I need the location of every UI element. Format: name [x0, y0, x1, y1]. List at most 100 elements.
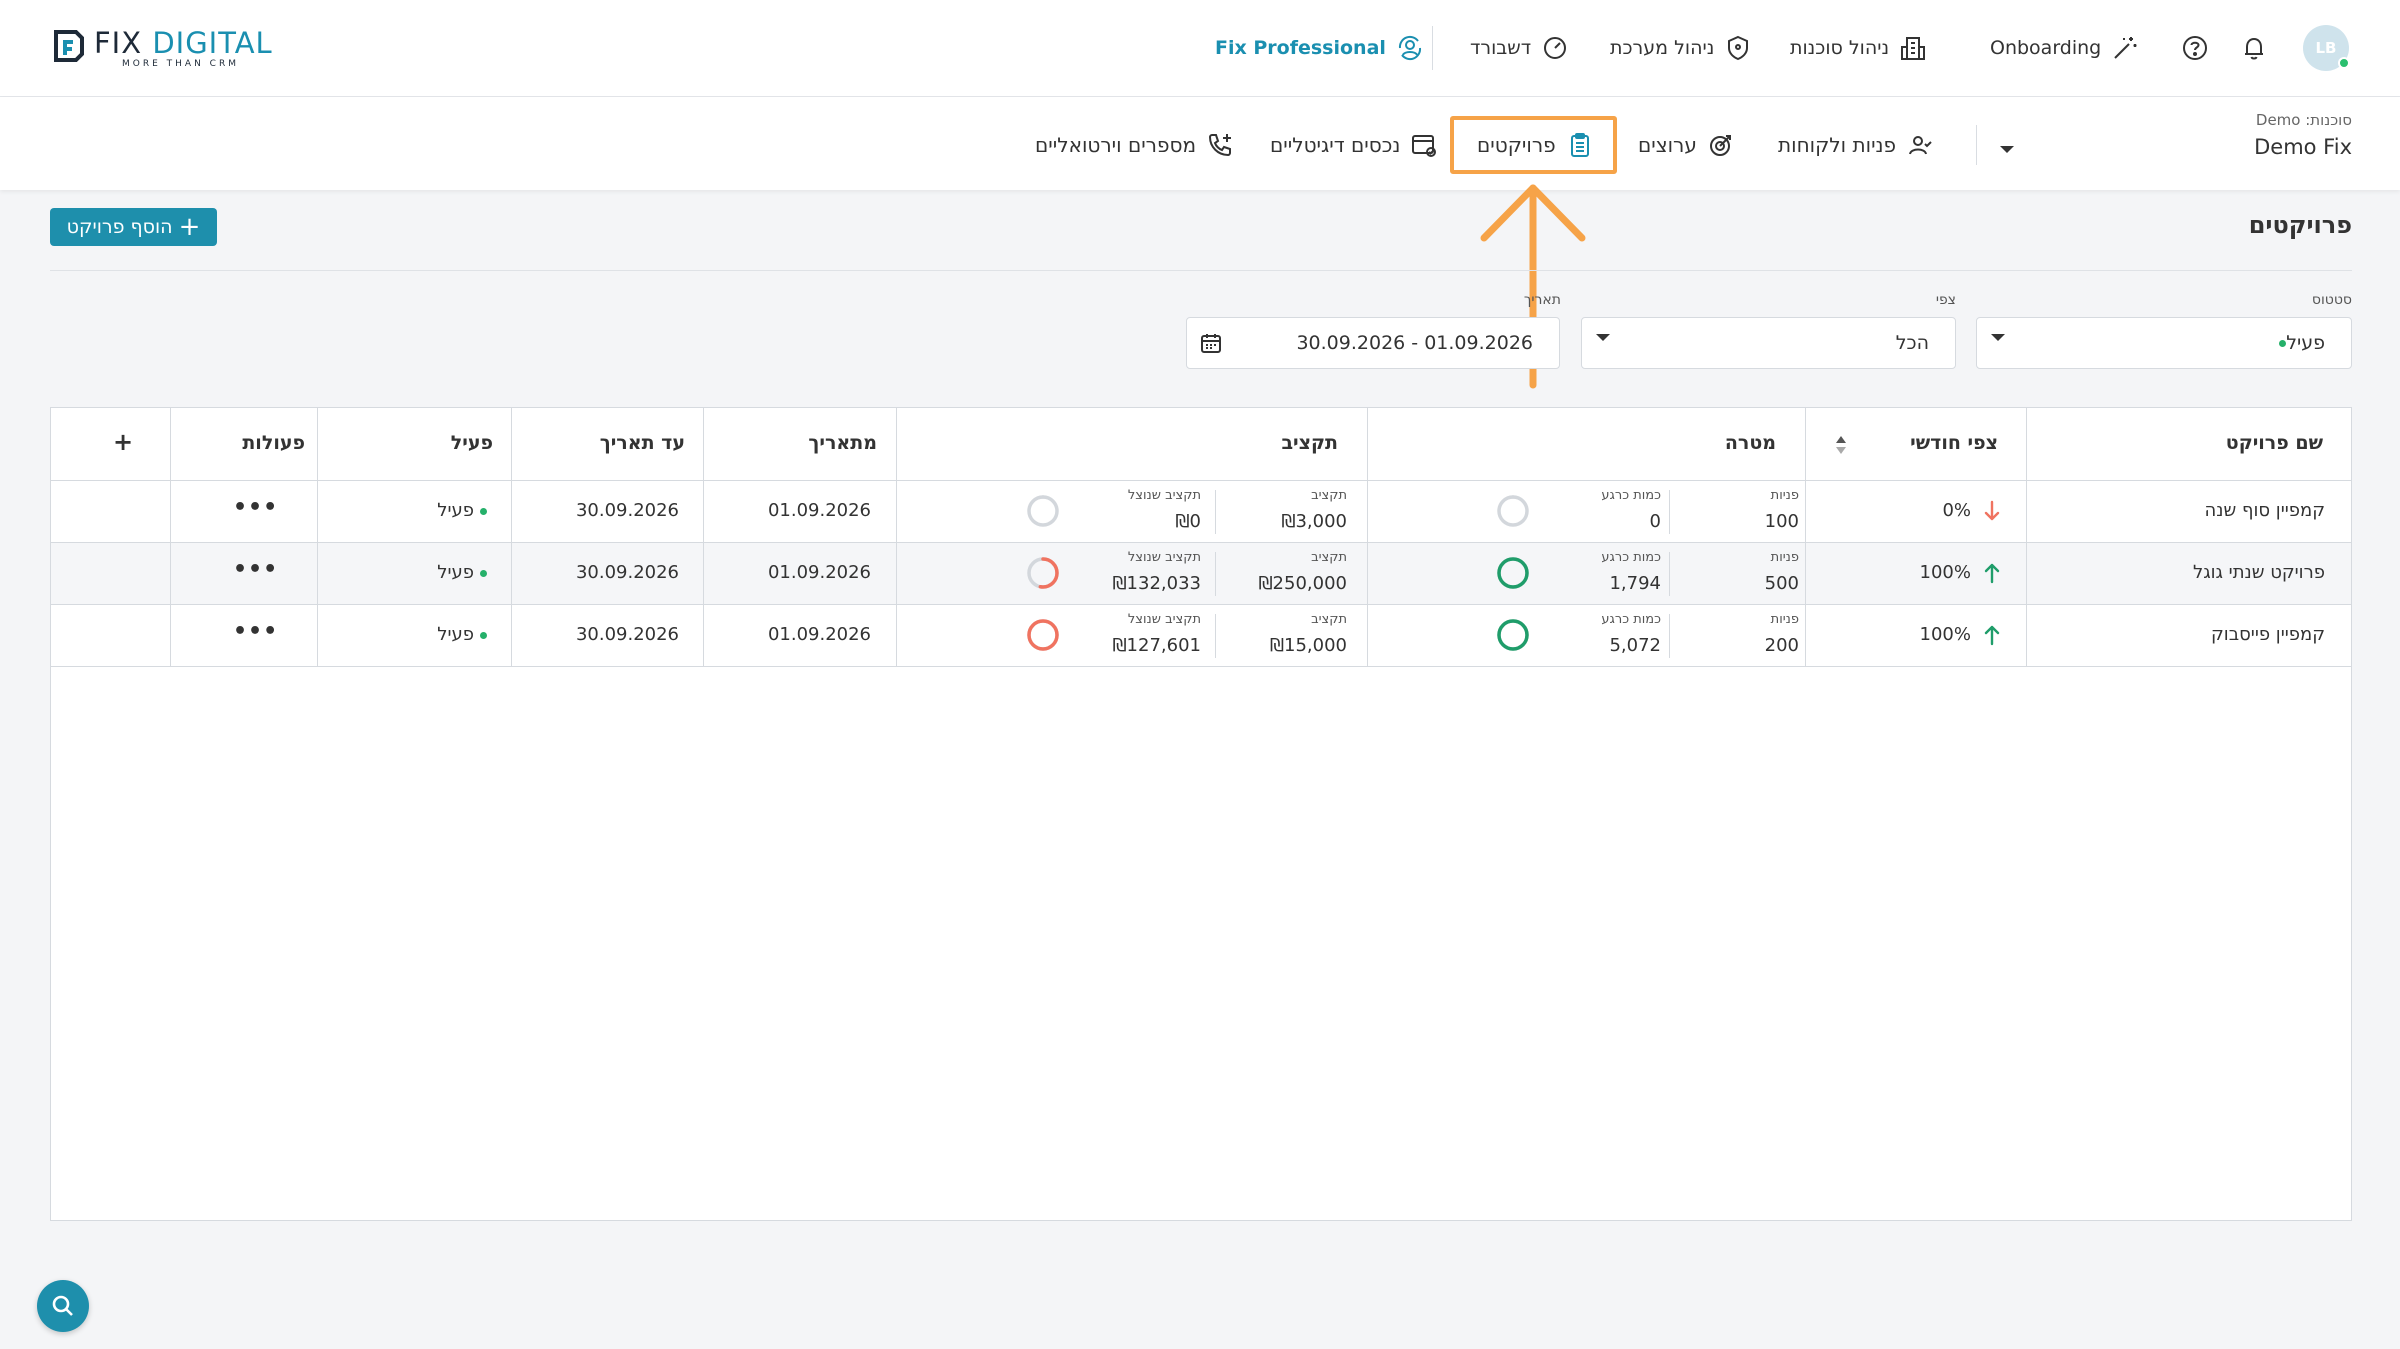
table-row[interactable]: פרויקט שנתי גוגל 100% פניות 500 כמות כרג… [51, 543, 2351, 605]
budget-used-value: ₪0 [1175, 511, 1201, 532]
row-actions-menu-icon[interactable]: ••• [233, 557, 278, 582]
forecast-filter-select[interactable]: הכל [1581, 317, 1956, 369]
agency-dropdown-caret-icon[interactable] [2000, 146, 2014, 153]
online-status-dot [2338, 57, 2350, 69]
subnav-leads-customers-label: פניות ולקוחות [1778, 133, 1897, 157]
browser-icon [1412, 135, 1437, 157]
add-column-button[interactable]: + [113, 428, 133, 456]
search-fab-button[interactable] [37, 1280, 89, 1332]
help-icon[interactable] [2179, 32, 2211, 64]
bell-icon[interactable] [2238, 32, 2270, 64]
subnav-virtual-numbers[interactable]: מספרים וירטואליים [1035, 127, 1234, 163]
target-icon [1709, 135, 1731, 156]
project-name[interactable]: פרויקט שנתי גוגל [2193, 562, 2325, 583]
agency-selector[interactable]: סוכנות: Demo Demo Fix [2254, 111, 2352, 159]
col-header-actions: פעולות [242, 432, 305, 454]
forecast-filter-value: הכל [1895, 332, 1929, 354]
goal-leads-value: 200 [1764, 635, 1799, 656]
budget-used-value: ₪132,033 [1112, 573, 1201, 594]
nav-agency-management-label: ניהול סוכנות [1790, 37, 1890, 59]
budget-value: ₪3,000 [1281, 511, 1347, 532]
add-project-button[interactable]: + הוסף פרויקט [50, 208, 217, 246]
phone-plus-icon [1209, 134, 1232, 157]
add-project-label: הוסף פרויקט [66, 216, 173, 238]
to-date-value: 30.09.2026 [575, 500, 679, 521]
goal-progress-ring-icon [1497, 557, 1529, 589]
col-header-monthly-forecast[interactable]: צפי חודשי [1910, 432, 1998, 454]
chevron-down-icon [1991, 334, 2005, 341]
sort-icon[interactable] [1834, 434, 1848, 456]
subnav-leads-customers[interactable]: פניות ולקוחות [1778, 127, 1934, 163]
goal-leads-label: פניות [1770, 612, 1799, 627]
chevron-down-icon [1596, 334, 1610, 341]
logo-tagline: MORE THAN CRM [122, 59, 239, 69]
subnav-digital-assets[interactable]: נכסים דיגיטליים [1270, 127, 1438, 163]
fix-digital-logo[interactable]: FIX DIGITAL MORE THAN CRM [52, 26, 282, 69]
col-header-goal[interactable]: מטרה [1725, 432, 1776, 454]
goal-leads-label: פניות [1770, 488, 1799, 503]
active-status-dot [480, 507, 487, 515]
budget-label: תקציב [1311, 488, 1347, 503]
monthly-forecast-value: 0% [1942, 500, 1971, 521]
budget-progress-ring-icon [1027, 495, 1059, 527]
logo-mark-icon [54, 30, 84, 62]
goal-current-value: 5,072 [1609, 635, 1661, 656]
nav-agency-management[interactable]: ניהול סוכנות [1790, 30, 1927, 66]
forecast-filter-label: צפי [1935, 292, 1956, 308]
date-filter-label: תאריך [1523, 292, 1561, 308]
budget-progress-ring-icon [1027, 619, 1059, 651]
date-range-input[interactable]: 01.09.2026 - 30.09.2026 [1186, 317, 1560, 369]
col-header-active[interactable]: פעיל [451, 432, 493, 454]
col-header-to-date[interactable]: עד תאריך [600, 432, 685, 454]
nav-dashboard[interactable]: דשבורד [1470, 30, 1569, 66]
subnav-channels-label: ערוצים [1638, 133, 1697, 157]
projects-table: שם פרויקט צפי חודשי מטרה תקציב מתאריך עד… [50, 407, 2352, 1221]
user-avatar[interactable]: LB [2303, 25, 2350, 71]
row-actions-menu-icon[interactable]: ••• [233, 495, 278, 520]
project-name[interactable]: קמפיין סוף שנה [2205, 500, 2325, 521]
active-status: פעיל [437, 562, 487, 583]
avatar-initials: LB [2315, 39, 2337, 57]
table-header-row: שם פרויקט צפי חודשי מטרה תקציב מתאריך עד… [51, 408, 2351, 481]
speedometer-icon [1544, 37, 1567, 59]
goal-leads-label: פניות [1770, 550, 1799, 565]
monthly-forecast-value: 100% [1919, 624, 1971, 645]
nav-system-management[interactable]: ניהול מערכת [1610, 30, 1752, 66]
trend-up-icon [1984, 563, 2000, 584]
row-actions-menu-icon[interactable]: ••• [233, 619, 278, 644]
plus-icon: + [178, 212, 201, 242]
search-icon [52, 1295, 73, 1316]
status-filter-label: סטטוס [2311, 292, 2352, 308]
fix-professional-link[interactable]: Fix Professional [1215, 30, 1424, 66]
goal-progress-ring-icon [1497, 495, 1529, 527]
budget-value: ₪15,000 [1269, 635, 1347, 656]
building-icon [1901, 37, 1926, 60]
budget-label: תקציב [1311, 550, 1347, 565]
table-row[interactable]: קמפיין פייסבוק 100% פניות 200 כמות כרגע … [51, 605, 2351, 667]
budget-label: תקציב [1311, 612, 1347, 627]
date-range-value: 01.09.2026 - 30.09.2026 [1296, 332, 1533, 354]
project-name[interactable]: קמפיין פייסבוק [2211, 624, 2325, 645]
goal-current-value: 1,794 [1609, 573, 1661, 594]
fix-professional-label: Fix Professional [1215, 37, 1386, 59]
subnav-channels[interactable]: ערוצים [1638, 127, 1735, 163]
nav-onboarding-label: Onboarding [1990, 37, 2102, 59]
goal-leads-value: 500 [1764, 573, 1799, 594]
col-header-budget[interactable]: תקציב [1281, 432, 1338, 454]
active-status-dot [480, 631, 487, 639]
trend-up-icon [1984, 625, 2000, 646]
subnav-virtual-numbers-label: מספרים וירטואליים [1035, 133, 1197, 157]
table-row[interactable]: קמפיין סוף שנה 0% פניות 100 כמות כרגע 0 … [51, 481, 2351, 543]
goal-progress-ring-icon [1497, 619, 1529, 651]
col-header-from-date[interactable]: מתאריך [808, 432, 877, 454]
nav-onboarding[interactable]: Onboarding [1990, 30, 2139, 66]
active-status-dot [480, 569, 487, 577]
status-filter-select[interactable]: פעיל [1976, 317, 2352, 369]
goal-current-label: כמות כרגע [1601, 612, 1661, 627]
trend-down-icon [1984, 500, 2000, 521]
nav-system-management-label: ניהול מערכת [1610, 37, 1715, 59]
active-status: פעיל [437, 500, 487, 521]
goal-current-label: כמות כרגע [1601, 550, 1661, 565]
col-header-project-name[interactable]: שם פרויקט [2226, 432, 2323, 454]
agency-small-label: סוכנות: Demo [2255, 111, 2352, 129]
